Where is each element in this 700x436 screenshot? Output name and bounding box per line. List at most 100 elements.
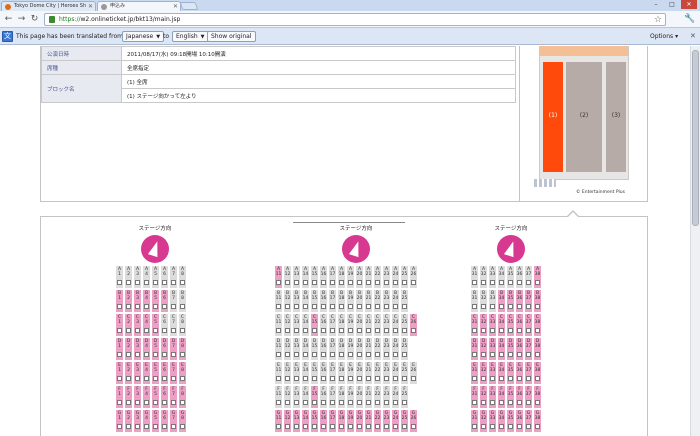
seat-checkbox[interactable] bbox=[508, 328, 513, 333]
seat-checkbox[interactable] bbox=[285, 280, 290, 285]
seat-checkbox[interactable] bbox=[402, 424, 407, 429]
seat-checkbox[interactable] bbox=[339, 328, 344, 333]
seat-checkbox[interactable] bbox=[526, 424, 531, 429]
seat-checkbox[interactable] bbox=[472, 304, 477, 309]
new-tab-button[interactable] bbox=[179, 2, 199, 10]
seat-checkbox[interactable] bbox=[126, 304, 131, 309]
wrench-icon[interactable]: 🔧 bbox=[684, 14, 695, 25]
seat-checkbox[interactable] bbox=[402, 328, 407, 333]
seat-checkbox[interactable] bbox=[303, 400, 308, 405]
seat-checkbox[interactable] bbox=[375, 352, 380, 357]
seat-checkbox[interactable] bbox=[535, 304, 540, 309]
seat-checkbox[interactable] bbox=[526, 352, 531, 357]
map-block-1[interactable]: (1) bbox=[543, 62, 563, 172]
seat-checkbox[interactable] bbox=[144, 328, 149, 333]
seat-checkbox[interactable] bbox=[490, 328, 495, 333]
seat-checkbox[interactable] bbox=[321, 400, 326, 405]
seat-checkbox[interactable] bbox=[180, 424, 185, 429]
seat-checkbox[interactable] bbox=[508, 352, 513, 357]
seat-checkbox[interactable] bbox=[330, 376, 335, 381]
seat-checkbox[interactable] bbox=[135, 304, 140, 309]
seat-checkbox[interactable] bbox=[171, 328, 176, 333]
seat-checkbox[interactable] bbox=[472, 376, 477, 381]
seat-checkbox[interactable] bbox=[135, 376, 140, 381]
seat-checkbox[interactable] bbox=[384, 376, 389, 381]
seat-checkbox[interactable] bbox=[135, 352, 140, 357]
seat-checkbox[interactable] bbox=[153, 400, 158, 405]
seat-checkbox[interactable] bbox=[171, 400, 176, 405]
tab-application[interactable]: 申込み ✕ bbox=[97, 1, 181, 11]
seat-checkbox[interactable] bbox=[393, 424, 398, 429]
seat-checkbox[interactable] bbox=[393, 328, 398, 333]
seat-checkbox[interactable] bbox=[402, 304, 407, 309]
seat-checkbox[interactable] bbox=[499, 280, 504, 285]
seat-checkbox[interactable] bbox=[135, 328, 140, 333]
seat-checkbox[interactable] bbox=[384, 280, 389, 285]
seat-checkbox[interactable] bbox=[402, 400, 407, 405]
seat-checkbox[interactable] bbox=[508, 376, 513, 381]
seat-checkbox[interactable] bbox=[499, 400, 504, 405]
seat-checkbox[interactable] bbox=[357, 376, 362, 381]
seat-checkbox[interactable] bbox=[303, 280, 308, 285]
seat-checkbox[interactable] bbox=[294, 328, 299, 333]
seat-checkbox[interactable] bbox=[366, 400, 371, 405]
seat-checkbox[interactable] bbox=[393, 280, 398, 285]
seat-checkbox[interactable] bbox=[339, 304, 344, 309]
seat-checkbox[interactable] bbox=[535, 352, 540, 357]
forward-arrow-icon[interactable]: → bbox=[16, 14, 27, 25]
seat-checkbox[interactable] bbox=[499, 328, 504, 333]
seat-checkbox[interactable] bbox=[294, 352, 299, 357]
seat-checkbox[interactable] bbox=[357, 352, 362, 357]
seat-checkbox[interactable] bbox=[153, 424, 158, 429]
seat-checkbox[interactable] bbox=[144, 376, 149, 381]
seat-checkbox[interactable] bbox=[294, 376, 299, 381]
seat-checkbox[interactable] bbox=[357, 400, 362, 405]
seat-checkbox[interactable] bbox=[144, 304, 149, 309]
seat-checkbox[interactable] bbox=[490, 400, 495, 405]
seat-checkbox[interactable] bbox=[535, 424, 540, 429]
seat-checkbox[interactable] bbox=[481, 376, 486, 381]
seat-checkbox[interactable] bbox=[402, 376, 407, 381]
seat-checkbox[interactable] bbox=[303, 352, 308, 357]
seat-checkbox[interactable] bbox=[276, 328, 281, 333]
seat-checkbox[interactable] bbox=[330, 424, 335, 429]
seat-checkbox[interactable] bbox=[402, 352, 407, 357]
maximize-icon[interactable]: □ bbox=[664, 0, 680, 9]
seat-checkbox[interactable] bbox=[117, 400, 122, 405]
seat-checkbox[interactable] bbox=[126, 376, 131, 381]
seat-checkbox[interactable] bbox=[472, 280, 477, 285]
seat-checkbox[interactable] bbox=[411, 280, 416, 285]
seat-checkbox[interactable] bbox=[472, 352, 477, 357]
seat-checkbox[interactable] bbox=[375, 304, 380, 309]
seat-checkbox[interactable] bbox=[312, 352, 317, 357]
seat-checkbox[interactable] bbox=[171, 280, 176, 285]
seat-checkbox[interactable] bbox=[294, 424, 299, 429]
tab-tokyo-dome[interactable]: Tokyo Dome City | Heroes Sh ✕ bbox=[1, 1, 96, 11]
seat-checkbox[interactable] bbox=[348, 352, 353, 357]
seat-checkbox[interactable] bbox=[180, 304, 185, 309]
seat-checkbox[interactable] bbox=[180, 400, 185, 405]
seat-checkbox[interactable] bbox=[375, 280, 380, 285]
seat-checkbox[interactable] bbox=[144, 280, 149, 285]
scrollbar-thumb[interactable] bbox=[692, 50, 699, 226]
seat-checkbox[interactable] bbox=[312, 328, 317, 333]
bookmark-star-icon[interactable]: ☆ bbox=[654, 14, 662, 26]
seat-checkbox[interactable] bbox=[375, 376, 380, 381]
seat-checkbox[interactable] bbox=[117, 352, 122, 357]
seat-checkbox[interactable] bbox=[321, 328, 326, 333]
seat-checkbox[interactable] bbox=[153, 304, 158, 309]
seat-checkbox[interactable] bbox=[126, 328, 131, 333]
seat-checkbox[interactable] bbox=[135, 280, 140, 285]
seat-checkbox[interactable] bbox=[526, 376, 531, 381]
seat-checkbox[interactable] bbox=[162, 352, 167, 357]
seat-checkbox[interactable] bbox=[162, 424, 167, 429]
seat-checkbox[interactable] bbox=[276, 376, 281, 381]
seat-checkbox[interactable] bbox=[339, 400, 344, 405]
seat-checkbox[interactable] bbox=[339, 352, 344, 357]
seat-checkbox[interactable] bbox=[526, 400, 531, 405]
seat-checkbox[interactable] bbox=[535, 376, 540, 381]
seat-checkbox[interactable] bbox=[312, 376, 317, 381]
seat-checkbox[interactable] bbox=[348, 304, 353, 309]
seat-checkbox[interactable] bbox=[375, 424, 380, 429]
seat-checkbox[interactable] bbox=[294, 304, 299, 309]
